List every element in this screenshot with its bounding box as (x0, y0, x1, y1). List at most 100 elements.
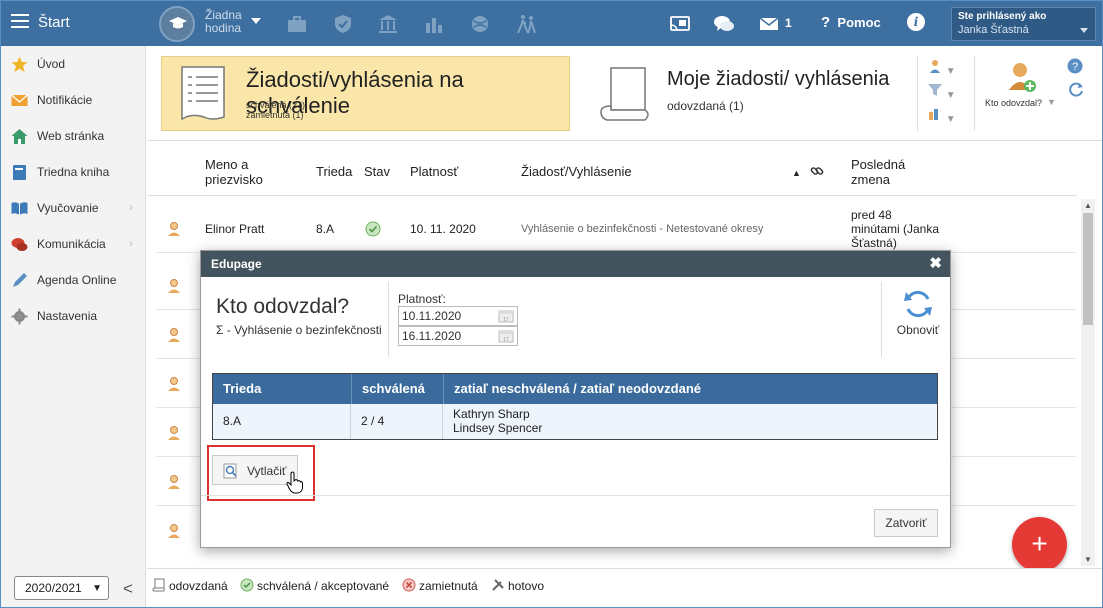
help-icon[interactable]: ? (1067, 58, 1083, 74)
cast-screen-icon[interactable] (669, 13, 691, 35)
current-lesson-label[interactable]: Žiadna hodina (205, 9, 242, 35)
calendar-icon[interactable]: 17 (498, 309, 514, 323)
hamburger-menu-icon[interactable] (11, 14, 29, 28)
scroll-icon (600, 67, 649, 121)
divider (881, 282, 882, 357)
legend-rejected: zamietnutá (419, 579, 478, 593)
column-state[interactable]: Stav (364, 164, 390, 179)
sidebar-item-uvod[interactable]: Úvod (1, 46, 146, 82)
gear-icon (11, 308, 28, 325)
who-submitted-label: Kto odovzdal? (985, 98, 1043, 108)
link-icon[interactable] (810, 164, 824, 178)
sidebar-item-vyucovanie[interactable]: Vyučovanie › (1, 190, 146, 226)
legend-approved: schválená / akceptované (257, 579, 390, 593)
column-request[interactable]: Žiadosť/Vyhlásenie (521, 164, 632, 179)
add-request-button[interactable]: + (1012, 517, 1067, 572)
chevron-down-icon[interactable] (251, 18, 261, 24)
house-icon (11, 129, 28, 144)
column-name[interactable]: Meno a priezvisko (205, 157, 263, 187)
dialog-title: Kto odovzdal? (216, 295, 350, 318)
school-year-select[interactable]: 2020/2021 ▼ (14, 576, 109, 600)
person-icon (168, 426, 180, 440)
cell-class: 8.A (213, 404, 351, 439)
table-row[interactable]: Elinor Pratt 8.A 10. 11. 2020 Vyhlásenie… (156, 204, 1076, 253)
sidebar-item-notifikacie[interactable]: Notifikácie (1, 82, 146, 118)
chevron-right-icon: › (129, 236, 133, 250)
open-book-icon (11, 202, 28, 215)
pending-student: Kathryn Sharp (453, 407, 530, 421)
bank-icon[interactable] (377, 13, 399, 35)
row-validity: 10. 11. 2020 (410, 222, 476, 236)
hiking-icon[interactable] (515, 13, 537, 35)
approved-icon (240, 578, 254, 592)
info-icon[interactable]: i (907, 13, 925, 31)
sidebar-item-label: Notifikácie (37, 93, 93, 107)
approved-count: schválená (21) (246, 100, 306, 110)
date-from-input[interactable]: 10.11.2020 17 (398, 306, 518, 326)
sidebar: Úvod Notifikácie Web stránka Triedna kni… (1, 46, 146, 607)
envelope-icon (11, 94, 28, 106)
validity-label: Platnosť: (398, 292, 446, 306)
approval-card[interactable]: Žiadosti/vyhlásenia na schválenie schvál… (161, 56, 570, 131)
my-requests-card[interactable]: Moje žiadosti/ vyhlásenia odovzdaná (1) (577, 56, 907, 131)
briefcase-icon[interactable] (286, 13, 308, 35)
scrollbar[interactable]: ▲ ▼ (1081, 199, 1095, 566)
collapse-sidebar-icon[interactable]: < (123, 579, 133, 599)
user-name: Janka Šťastná (958, 24, 1029, 36)
tools-icon (492, 579, 504, 591)
sidebar-item-komunikacia[interactable]: Komunikácia › (1, 226, 146, 262)
scroll-down-icon[interactable]: ▼ (1084, 555, 1092, 564)
person-icon (168, 475, 180, 489)
sidebar-item-nastavenia[interactable]: Nastavenia (1, 298, 146, 334)
right-tools: ? (1067, 58, 1085, 102)
date-to-input[interactable]: 16.11.2020 17 (398, 326, 518, 346)
who-submitted-dialog: Edupage ✖ Kto odovzdal? Σ - Vyhlásenie o… (200, 250, 951, 548)
refresh-icon (904, 290, 932, 318)
ball-icon[interactable] (469, 13, 491, 35)
mail-count-badge: 1 (785, 16, 792, 30)
divider (974, 56, 975, 131)
sort-icon[interactable]: ▼ (927, 106, 967, 130)
hand-cursor-icon (286, 471, 303, 494)
who-submitted-button[interactable]: Kto odovzdal? ▼ (985, 60, 1056, 120)
calendar-icon[interactable]: 17 (498, 329, 514, 343)
row-class: 8.A (316, 222, 335, 236)
column-class: Trieda (213, 374, 351, 404)
column-class[interactable]: Trieda (316, 164, 352, 179)
close-icon[interactable]: ✖ (929, 254, 942, 272)
person-icon (168, 222, 180, 236)
graduation-cap-icon[interactable] (159, 6, 195, 42)
envelope-icon[interactable] (758, 13, 780, 35)
funnel-filter-icon[interactable]: ▼ (927, 82, 967, 106)
dialog-title-bar: Edupage (211, 257, 262, 271)
user-menu[interactable]: Ste prihlásený ako Janka Šťastná (951, 7, 1096, 41)
column-validity[interactable]: Platnosť (410, 164, 458, 179)
row-request[interactable]: Vyhlásenie o bezinfekčnosti - Netestovan… (521, 223, 763, 235)
submitted-icon (152, 578, 165, 592)
person-filter-icon[interactable]: ▼ (927, 58, 967, 82)
sidebar-item-triedna-kniha[interactable]: Triedna kniha (1, 154, 146, 190)
dialog-header: Edupage ✖ (201, 251, 950, 277)
close-button[interactable]: Zatvoriť (874, 509, 938, 537)
person-icon (168, 524, 180, 538)
sidebar-item-agenda-online[interactable]: Agenda Online (1, 262, 146, 298)
shield-icon[interactable] (332, 13, 354, 35)
sidebar-item-label: Vyučovanie (37, 201, 99, 215)
sidebar-item-web-stranka[interactable]: Web stránka (1, 118, 146, 154)
refresh-icon[interactable] (1067, 81, 1085, 99)
star-icon (11, 56, 28, 72)
scroll-up-icon[interactable]: ▲ (1084, 201, 1092, 210)
bar-chart-icon[interactable] (423, 13, 445, 35)
person-add-icon (1009, 63, 1036, 92)
sidebar-item-label: Web stránka (37, 129, 105, 143)
approved-check-icon (365, 221, 381, 237)
chevron-down-icon: ▼ (1047, 97, 1056, 107)
chevron-down-icon (1080, 28, 1088, 33)
sort-asc-icon[interactable]: ▲ (792, 166, 801, 181)
refresh-button[interactable]: Obnoviť (894, 287, 942, 342)
column-last-change[interactable]: Posledná zmena (851, 157, 905, 187)
chat-bubbles-icon[interactable] (713, 13, 735, 35)
start-menu-label[interactable]: Štart (38, 14, 70, 31)
scrollbar-thumb[interactable] (1083, 213, 1093, 325)
help-button[interactable]: ? Pomoc (821, 14, 881, 31)
